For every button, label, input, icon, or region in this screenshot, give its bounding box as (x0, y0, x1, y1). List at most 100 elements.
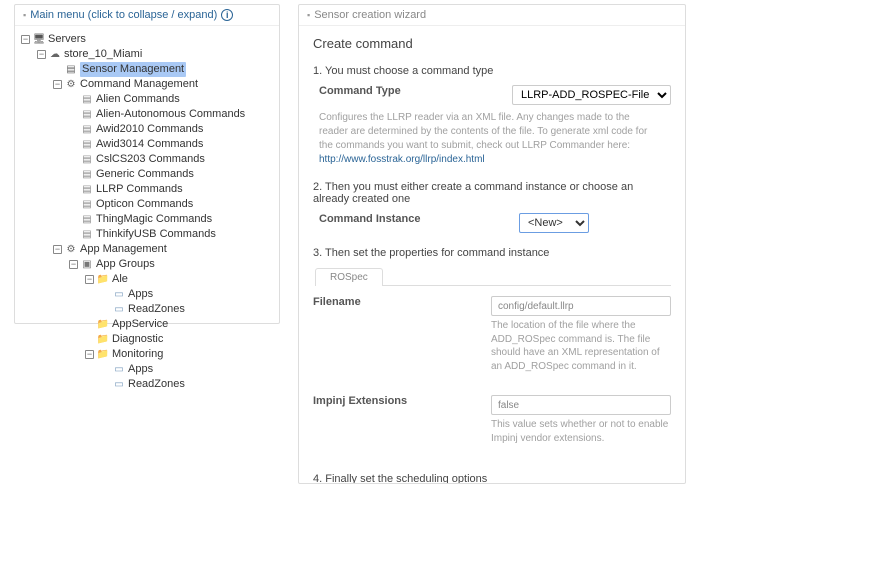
tree-item[interactable]: AppService (83, 317, 275, 332)
step3-heading: 3. Then set the properties for command i… (313, 247, 671, 259)
step1-heading: 1. You must choose a command type (313, 65, 671, 77)
tree-item[interactable]: Apps (99, 362, 275, 377)
tag-icon (81, 109, 93, 121)
tree-item[interactable]: − Monitoring (83, 347, 275, 362)
command-instance-select[interactable]: <New> (519, 213, 589, 233)
wizard-header: Sensor creation wizard (299, 5, 685, 26)
tree-item-label: App Management (80, 242, 167, 257)
ico-folder-icon (97, 274, 109, 286)
tree-item[interactable]: ReadZones (99, 302, 275, 317)
ico-cog-icon (65, 244, 77, 256)
property-help: The location of the file where the ADD_R… (491, 319, 671, 373)
toggle-icon[interactable]: − (53, 245, 62, 254)
tree-item-label: Diagnostic (112, 332, 163, 347)
property-label: Impinj Extensions (313, 395, 471, 445)
tree-item[interactable]: Alien-Autonomous Commands (67, 107, 275, 122)
main-menu-header[interactable]: Main menu (click to collapse / expand) i (15, 5, 279, 26)
tree-item[interactable]: − App Groups (67, 257, 275, 272)
wizard-panel: Sensor creation wizard Create command 1.… (298, 4, 686, 484)
tree-item-label: LLRP Commands (96, 182, 183, 197)
tree-item-label: Apps (128, 362, 153, 377)
ico-doc-icon (113, 379, 125, 391)
tree-item[interactable]: Opticon Commands (67, 197, 275, 212)
toggle-icon[interactable]: − (85, 350, 94, 359)
tree-item-label: ReadZones (128, 377, 185, 392)
toggle-icon[interactable]: − (53, 80, 62, 89)
tree-item-label: Alien-Autonomous Commands (96, 107, 245, 122)
tree-item-label: Sensor Management (80, 62, 186, 77)
info-icon[interactable]: i (221, 9, 233, 21)
tree-item-label: Awid3014 Commands (96, 137, 203, 152)
ico-cloud-icon (49, 49, 61, 61)
toggle-icon[interactable]: − (37, 50, 46, 59)
toggle-icon[interactable]: − (85, 275, 94, 284)
tree-item[interactable]: ThingMagic Commands (67, 212, 275, 227)
tab-rospec[interactable]: ROSpec (315, 268, 383, 286)
tree-item[interactable]: Diagnostic (83, 332, 275, 347)
ico-chip-icon (65, 64, 77, 76)
tree-item[interactable]: − Servers (19, 32, 275, 47)
property-input[interactable] (491, 395, 671, 415)
tree-item[interactable]: − store_10_Miami (35, 47, 275, 62)
tree-item-label: Awid2010 Commands (96, 122, 203, 137)
command-instance-label: Command Instance (319, 213, 499, 225)
tag-icon (81, 169, 93, 181)
tree-item[interactable]: Apps (99, 287, 275, 302)
tree-item[interactable]: ReadZones (99, 377, 275, 392)
tree-item-label: Apps (128, 287, 153, 302)
tree-item-label: ThingMagic Commands (96, 212, 212, 227)
tree-item[interactable]: Sensor Management (51, 62, 275, 77)
tree-item[interactable]: − Ale (83, 272, 275, 287)
tree-item[interactable]: Awid3014 Commands (67, 137, 275, 152)
tag-icon (81, 94, 93, 106)
tree-item[interactable]: Alien Commands (67, 92, 275, 107)
command-type-select[interactable]: LLRP-ADD_ROSPEC-File (512, 85, 671, 105)
tree-item-label: store_10_Miami (64, 47, 142, 62)
llrp-commander-link[interactable]: http://www.fosstrak.org/llrp/index.html (319, 154, 485, 165)
tree-item-label: Alien Commands (96, 92, 180, 107)
ico-doc-icon (113, 364, 125, 376)
tree-item-label: App Groups (96, 257, 155, 272)
tree-item[interactable]: Awid2010 Commands (67, 122, 275, 137)
property-row: Impinj Extensions This value sets whether… (313, 395, 671, 445)
ico-doc-icon (113, 289, 125, 301)
tree-item-label: Ale (112, 272, 128, 287)
tree-item-label: Monitoring (112, 347, 163, 362)
tree-item[interactable]: LLRP Commands (67, 182, 275, 197)
tree-item[interactable]: Generic Commands (67, 167, 275, 182)
step4-heading: 4. Finally set the scheduling options (313, 473, 671, 484)
property-row: Filename The location of the file where t… (313, 296, 671, 373)
main-menu-panel: Main menu (click to collapse / expand) i… (14, 4, 280, 324)
ico-folder-icon (97, 319, 109, 331)
tag-icon (81, 229, 93, 241)
tab-strip: ROSpec (315, 267, 671, 286)
tree-item-label: Generic Commands (96, 167, 194, 182)
tag-icon (81, 199, 93, 211)
tree-item-label: Command Management (80, 77, 198, 92)
property-input[interactable] (491, 296, 671, 316)
command-type-label: Command Type (319, 85, 492, 97)
tree-item[interactable]: CslCS203 Commands (67, 152, 275, 167)
command-type-help: Configures the LLRP reader via an XML fi… (319, 111, 656, 167)
property-help: This value sets whether or not to enable… (491, 418, 671, 445)
tag-icon (81, 184, 93, 196)
tree-item-label: ThinkifyUSB Commands (96, 227, 216, 242)
property-label: Filename (313, 296, 471, 373)
wizard-header-title: Sensor creation wizard (314, 9, 426, 21)
tag-icon (81, 139, 93, 151)
ico-folder-icon (97, 349, 109, 361)
ico-cog-icon (65, 79, 77, 91)
tree-item-label: AppService (112, 317, 168, 332)
tag-icon (81, 124, 93, 136)
step2-heading: 2. Then you must either create a command… (313, 181, 671, 205)
toggle-icon[interactable]: − (69, 260, 78, 269)
ico-box-icon (81, 259, 93, 271)
tree-item[interactable]: − Command Management (51, 77, 275, 92)
toggle-icon[interactable]: − (21, 35, 30, 44)
tree-item-label: Servers (48, 32, 86, 47)
tree-root: −Servers−store_10_MiamiSensor Management… (15, 26, 279, 398)
main-menu-title: Main menu (click to collapse / expand) (30, 9, 217, 21)
tree-item[interactable]: ThinkifyUSB Commands (67, 227, 275, 242)
tree-item-label: Opticon Commands (96, 197, 193, 212)
tree-item[interactable]: − App Management (51, 242, 275, 257)
